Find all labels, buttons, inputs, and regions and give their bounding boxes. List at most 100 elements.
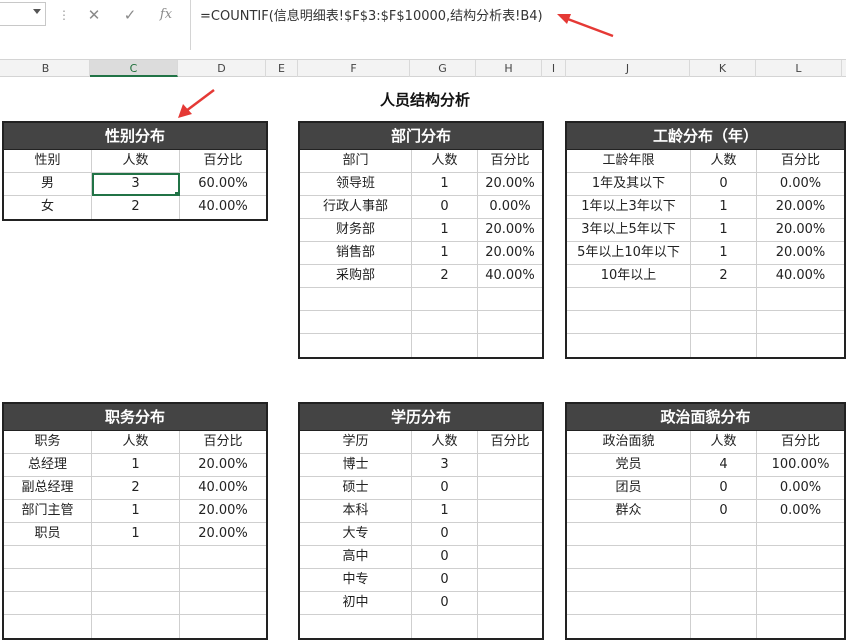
table-cell[interactable]: 0 [691, 477, 757, 500]
table-cell[interactable]: 人数 [412, 150, 478, 173]
table-cell[interactable]: 2 [691, 265, 757, 288]
table-cell[interactable]: 人数 [412, 431, 478, 454]
table-cell[interactable] [4, 592, 92, 615]
table-cell[interactable]: 40.00% [478, 265, 542, 288]
table-cell[interactable] [478, 546, 542, 569]
table-cell[interactable] [92, 592, 180, 615]
table-cell[interactable]: 职员 [4, 523, 92, 546]
table-cell[interactable]: 本科 [300, 500, 412, 523]
table-cell[interactable]: 3 [412, 454, 478, 477]
table-cell[interactable] [412, 615, 478, 638]
table-cell[interactable]: 人数 [691, 150, 757, 173]
table-cell[interactable]: 部门主管 [4, 500, 92, 523]
column-header-B[interactable]: B [2, 60, 90, 77]
table-cell[interactable]: 财务部 [300, 219, 412, 242]
table-cell[interactable]: 学历 [300, 431, 412, 454]
column-header-F[interactable]: F [298, 60, 410, 77]
table-cell[interactable]: 20.00% [757, 242, 844, 265]
table-cell[interactable]: 40.00% [180, 196, 266, 219]
table-cell[interactable] [757, 615, 844, 638]
table-cell[interactable]: 0 [412, 569, 478, 592]
table-cell[interactable] [567, 288, 691, 311]
table-cell[interactable] [478, 454, 542, 477]
table-cell[interactable]: 政治面貌 [567, 431, 691, 454]
table-cell[interactable]: 1 [92, 523, 180, 546]
table-cell[interactable] [300, 288, 412, 311]
table-cell[interactable]: 20.00% [757, 196, 844, 219]
table-cell[interactable]: 人数 [691, 431, 757, 454]
table-cell[interactable]: 0 [691, 500, 757, 523]
table-cell[interactable] [412, 288, 478, 311]
column-header-G[interactable]: G [410, 60, 476, 77]
table-cell[interactable] [691, 288, 757, 311]
table-cell[interactable]: 5年以上10年以下 [567, 242, 691, 265]
table-cell[interactable] [478, 592, 542, 615]
table-cell[interactable] [567, 592, 691, 615]
table-cell[interactable]: 40.00% [757, 265, 844, 288]
table-cell[interactable]: 百分比 [757, 150, 844, 173]
table-cell[interactable]: 60.00% [180, 173, 266, 196]
gender-table-title[interactable]: 性别分布 [4, 123, 266, 150]
column-header-I[interactable]: I [542, 60, 566, 77]
table-cell[interactable] [757, 334, 844, 357]
table-cell[interactable]: 4 [691, 454, 757, 477]
table-cell[interactable] [478, 500, 542, 523]
table-cell[interactable] [567, 615, 691, 638]
table-cell[interactable]: 百分比 [757, 431, 844, 454]
table-cell[interactable]: 行政人事部 [300, 196, 412, 219]
table-cell[interactable]: 1年以上3年以下 [567, 196, 691, 219]
table-cell[interactable] [180, 546, 266, 569]
table-cell[interactable]: 20.00% [757, 219, 844, 242]
table-cell[interactable]: 1年及其以下 [567, 173, 691, 196]
table-cell[interactable]: 20.00% [180, 454, 266, 477]
table-cell[interactable]: 1 [691, 196, 757, 219]
table-cell[interactable]: 1 [92, 454, 180, 477]
table-cell[interactable]: 女 [4, 196, 92, 219]
table-cell[interactable]: 0 [412, 546, 478, 569]
tenure-table-title[interactable]: 工龄分布（年） [567, 123, 844, 150]
table-cell[interactable]: 20.00% [478, 219, 542, 242]
table-cell[interactable]: 0 [691, 173, 757, 196]
insert-function-button[interactable]: fx [154, 4, 178, 26]
confirm-button[interactable]: ✓ [118, 4, 142, 26]
table-cell[interactable]: 0 [412, 477, 478, 500]
table-cell[interactable]: 20.00% [478, 242, 542, 265]
table-cell[interactable] [691, 546, 757, 569]
table-cell[interactable] [412, 311, 478, 334]
table-cell[interactable]: 总经理 [4, 454, 92, 477]
table-cell[interactable]: 初中 [300, 592, 412, 615]
column-header-K[interactable]: K [690, 60, 756, 77]
education-table-title[interactable]: 学历分布 [300, 404, 542, 431]
table-cell[interactable] [567, 311, 691, 334]
table-cell[interactable] [691, 311, 757, 334]
table-cell[interactable] [478, 523, 542, 546]
table-cell[interactable]: 领导班 [300, 173, 412, 196]
table-cell[interactable]: 销售部 [300, 242, 412, 265]
table-cell[interactable] [412, 334, 478, 357]
table-cell[interactable]: 0 [412, 523, 478, 546]
name-box[interactable] [0, 2, 46, 26]
table-cell[interactable]: 20.00% [478, 173, 542, 196]
table-cell[interactable]: 工龄年限 [567, 150, 691, 173]
table-cell[interactable]: 百分比 [180, 150, 266, 173]
table-cell[interactable] [478, 615, 542, 638]
table-cell[interactable]: 高中 [300, 546, 412, 569]
table-cell[interactable] [180, 592, 266, 615]
table-cell[interactable] [757, 546, 844, 569]
table-cell[interactable]: 3年以上5年以下 [567, 219, 691, 242]
table-cell[interactable] [478, 569, 542, 592]
table-cell[interactable]: 1 [92, 500, 180, 523]
table-cell[interactable]: 2 [92, 477, 180, 500]
table-cell[interactable] [757, 523, 844, 546]
table-cell[interactable]: 博士 [300, 454, 412, 477]
table-cell[interactable]: 0 [412, 592, 478, 615]
table-cell[interactable]: 中专 [300, 569, 412, 592]
table-cell[interactable] [757, 592, 844, 615]
political-table-title[interactable]: 政治面貌分布 [567, 404, 844, 431]
table-cell[interactable] [567, 546, 691, 569]
table-cell[interactable]: 40.00% [180, 477, 266, 500]
table-cell[interactable] [92, 569, 180, 592]
table-cell[interactable] [757, 311, 844, 334]
column-header-L[interactable]: L [756, 60, 842, 77]
column-header-D[interactable]: D [178, 60, 266, 77]
